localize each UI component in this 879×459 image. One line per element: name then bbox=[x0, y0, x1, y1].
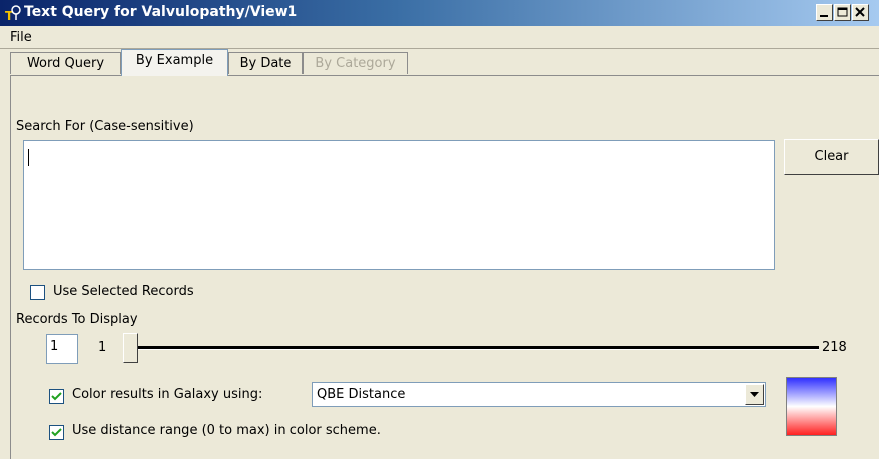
close-button[interactable] bbox=[852, 4, 869, 21]
color-results-checkbox[interactable] bbox=[49, 389, 64, 404]
tab-by-category: By Category bbox=[303, 52, 408, 74]
maximize-icon bbox=[837, 7, 848, 17]
tab-label: By Example bbox=[135, 53, 214, 68]
clear-button-label: Clear bbox=[814, 149, 849, 164]
tab-label: By Date bbox=[239, 56, 292, 71]
color-scheme-value: QBE Distance bbox=[317, 387, 406, 402]
records-slider-track[interactable] bbox=[123, 346, 819, 350]
clear-button[interactable]: Clear bbox=[784, 139, 879, 175]
query-app-icon: T bbox=[4, 4, 22, 23]
tab-by-example[interactable]: By Example bbox=[121, 49, 228, 76]
menu-file[interactable]: File bbox=[10, 30, 32, 45]
tab-label: Word Query bbox=[26, 56, 105, 71]
dropdown-button[interactable] bbox=[745, 384, 764, 405]
records-max-label: 218 bbox=[822, 340, 847, 355]
search-label: Search For (Case-sensitive) bbox=[16, 119, 194, 134]
text-caret bbox=[28, 149, 29, 166]
records-min-label: 1 bbox=[98, 340, 107, 355]
use-selected-label: Use Selected Records bbox=[53, 284, 194, 299]
checkmark-icon bbox=[51, 428, 62, 437]
distance-range-checkbox[interactable] bbox=[49, 425, 64, 440]
title-bar[interactable]: T Text Query for Valvulopathy/View1 bbox=[0, 0, 879, 26]
checkmark-icon bbox=[51, 392, 62, 401]
search-input[interactable] bbox=[23, 140, 775, 270]
records-label: Records To Display bbox=[16, 312, 138, 327]
color-scale-swatch[interactable] bbox=[786, 377, 837, 436]
close-icon bbox=[855, 7, 865, 17]
records-spin-value: 1 bbox=[50, 339, 59, 354]
tab-label: By Category bbox=[315, 56, 396, 71]
tab-by-date[interactable]: By Date bbox=[228, 52, 303, 74]
maximize-button[interactable] bbox=[834, 4, 851, 21]
use-selected-checkbox[interactable] bbox=[30, 285, 45, 300]
minimize-icon bbox=[820, 15, 828, 17]
menu-bar: File bbox=[0, 26, 879, 49]
color-results-label: Color results in Galaxy using: bbox=[72, 387, 263, 402]
distance-range-label: Use distance range (0 to max) in color s… bbox=[72, 423, 381, 438]
color-scheme-select[interactable]: QBE Distance bbox=[312, 382, 766, 407]
window-title: Text Query for Valvulopathy/View1 bbox=[24, 4, 298, 20]
minimize-button[interactable] bbox=[816, 4, 833, 21]
chevron-down-icon bbox=[750, 392, 759, 397]
records-spin-input[interactable]: 1 bbox=[46, 334, 78, 364]
tab-strip: Word Query By Example By Date By Categor… bbox=[0, 49, 879, 76]
records-slider-thumb[interactable] bbox=[123, 333, 138, 363]
tab-word-query[interactable]: Word Query bbox=[10, 52, 121, 74]
